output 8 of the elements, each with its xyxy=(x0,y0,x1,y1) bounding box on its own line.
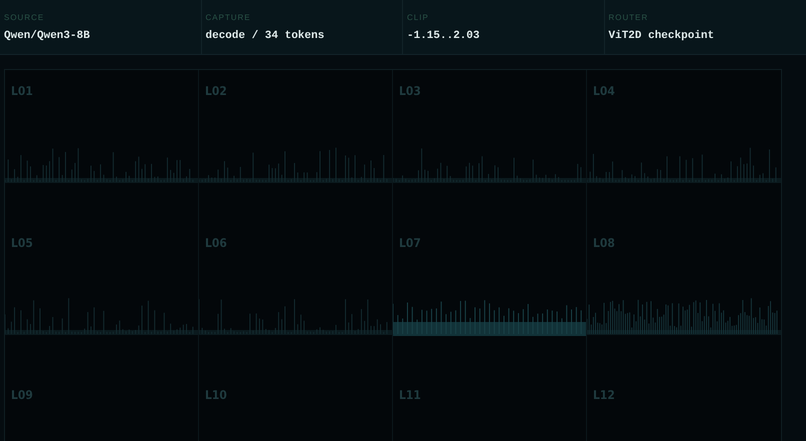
field-value: -1.15..2.03 xyxy=(407,30,481,42)
field-label: CAPTURE xyxy=(206,13,252,22)
field-label: CLIP xyxy=(407,13,430,22)
field-value: decode / 34 tokens xyxy=(206,30,326,42)
field-value: ViT2D checkpoint xyxy=(608,30,716,42)
field-label: ROUTER xyxy=(608,13,650,22)
field-value: Qwen/Qwen3-8B xyxy=(4,30,91,42)
field-label: SOURCE xyxy=(4,13,46,22)
